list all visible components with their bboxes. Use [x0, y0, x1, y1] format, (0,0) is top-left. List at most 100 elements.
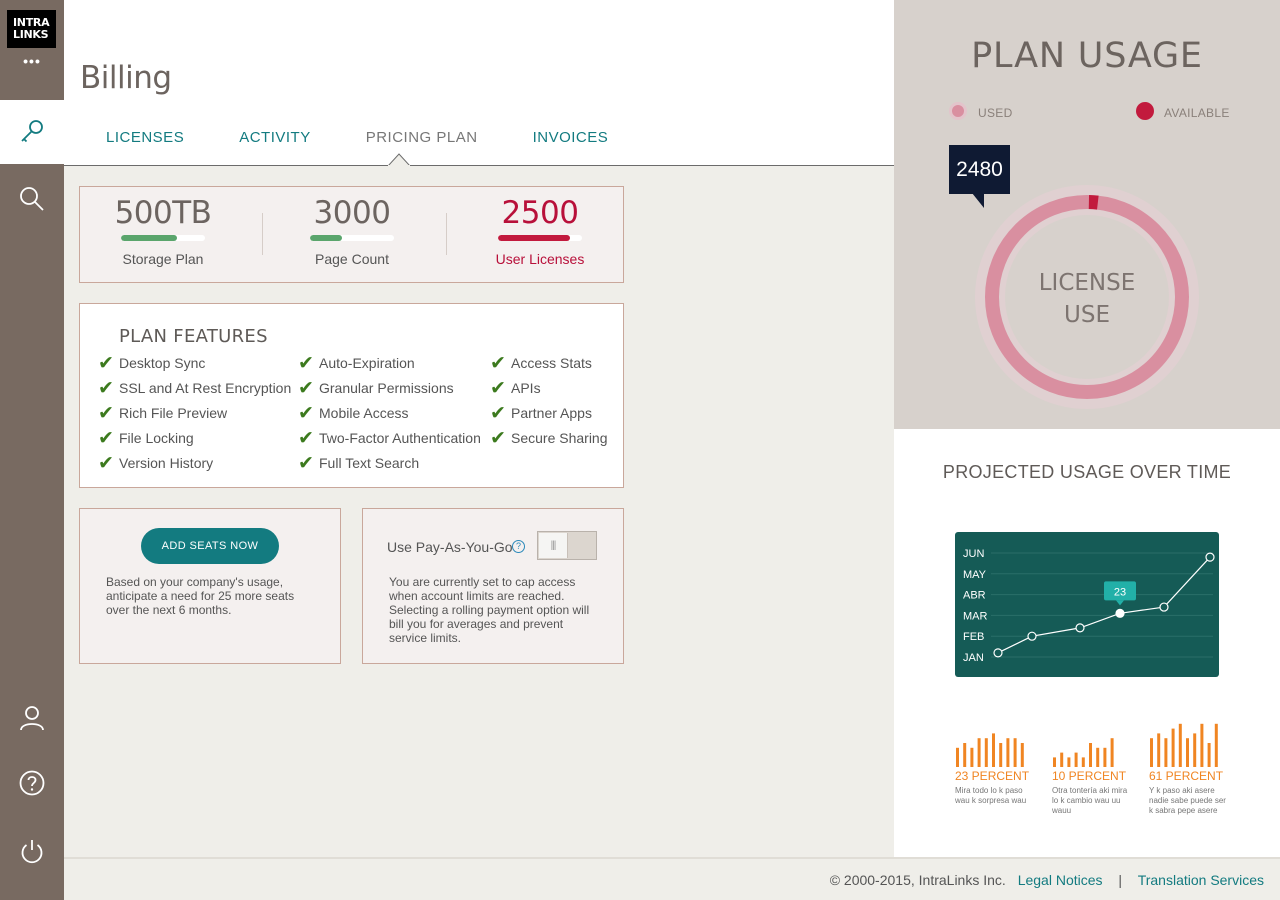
- y-tick-label: JUN: [963, 548, 984, 560]
- search-icon: [20, 187, 44, 211]
- mini-stat-description: Mira todo lo k paso wau k sorpresa wau: [955, 786, 1027, 805]
- checkmark-icon: ✔: [98, 401, 114, 424]
- donut-available-arc: [1088, 195, 1099, 210]
- y-tick-label: MAR: [963, 610, 988, 622]
- mini-stat-2: 10 PERCENT Otra tontería aki mira lo k c…: [1052, 719, 1132, 816]
- mini-bar: [963, 743, 967, 767]
- checkmark-icon: ✔: [298, 451, 314, 474]
- features-column-2: ✔ Auto-Expiration ✔ Granular Permissions ✔ Mo…: [298, 350, 481, 475]
- tab-licenses[interactable]: LICENSES: [106, 129, 184, 146]
- data-point[interactable]: [1159, 602, 1169, 612]
- page-header: Billing LICENSES ACTIVITY PRICING PLAN I…: [64, 0, 894, 166]
- feature-label: Two-Factor Authentication: [319, 429, 481, 446]
- mini-bar: [1067, 757, 1071, 767]
- data-point[interactable]: [1027, 631, 1037, 641]
- feature-label: Auto-Expiration: [319, 354, 415, 371]
- mini-bar: [1178, 723, 1182, 767]
- sidebar-item-licenses[interactable]: [0, 100, 64, 164]
- donut-label-line2: USE: [1064, 302, 1110, 328]
- mini-bar: [1164, 738, 1168, 767]
- feature-label: Version History: [119, 454, 214, 471]
- tab-pricing-plan[interactable]: PRICING PLAN: [366, 129, 478, 146]
- stat-value: 500TB: [114, 195, 212, 231]
- checkmark-icon: ✔: [298, 401, 314, 424]
- features-column-1: ✔ Desktop Sync ✔ SSL and At Rest Encryption…: [98, 350, 291, 475]
- page-count-bar: [310, 235, 394, 241]
- sidebar-item-help[interactable]: [0, 751, 64, 815]
- mini-bar-chart: [956, 733, 1024, 767]
- available-legend-label: AVAILABLE: [1164, 106, 1230, 120]
- checkmark-icon: ✔: [298, 376, 314, 399]
- stat-bar-fill: [310, 235, 342, 241]
- feature-item: ✔ Full Text Search: [298, 450, 481, 475]
- mini-bar-chart: [1053, 738, 1114, 767]
- checkmark-icon: ✔: [98, 351, 114, 374]
- available-legend-dot: [1136, 102, 1154, 120]
- data-point[interactable]: [1075, 623, 1085, 633]
- translation-services-link[interactable]: Translation Services: [1138, 872, 1264, 888]
- stat-label: Storage Plan: [122, 251, 204, 267]
- key-icon: [21, 120, 43, 143]
- used-legend-label: USED: [978, 106, 1013, 120]
- mini-bar: [992, 733, 995, 767]
- feature-label: Granular Permissions: [319, 379, 454, 396]
- stat-value: 3000: [313, 195, 391, 231]
- mini-stat-percent: 10 PERCENT: [1052, 769, 1127, 783]
- mini-bar: [1110, 738, 1114, 767]
- pay-as-you-go-toggle[interactable]: |||: [537, 531, 597, 560]
- feature-item: ✔ Two-Factor Authentication: [298, 425, 481, 450]
- storage-plan-stat: 500TB Storage Plan: [88, 195, 238, 267]
- legal-notices-link[interactable]: Legal Notices: [1018, 872, 1103, 888]
- add-seats-button[interactable]: ADD SEATS NOW: [141, 528, 279, 564]
- feature-label: Full Text Search: [319, 454, 420, 471]
- checkmark-icon: ✔: [98, 376, 114, 399]
- usage-stats-panel: 500TB Storage Plan 3000 Page Count 2500 …: [79, 186, 624, 283]
- tab-activity[interactable]: ACTIVITY: [239, 129, 311, 146]
- more-menu-button[interactable]: •••: [0, 53, 64, 69]
- add-seats-panel: ADD SEATS NOW Based on your company's us…: [79, 508, 341, 664]
- feature-item: ✔ File Locking: [98, 425, 291, 450]
- help-icon[interactable]: ?: [512, 540, 525, 553]
- projected-usage-title: PROJECTED USAGE OVER TIME: [942, 462, 1232, 482]
- checkmark-icon: ✔: [98, 451, 114, 474]
- mini-bar: [1150, 738, 1153, 767]
- help-icon: [19, 770, 45, 796]
- feature-label: Mobile Access: [319, 404, 409, 421]
- mini-bar: [1081, 757, 1085, 767]
- projected-usage-panel: PROJECTED USAGE OVER TIME JAN FEB MAR ABR MA…: [894, 429, 1280, 857]
- tab-invoices[interactable]: INVOICES: [533, 129, 609, 146]
- active-tab-pointer: [388, 153, 410, 166]
- stat-value: 2500: [501, 195, 579, 231]
- mini-bar: [984, 738, 988, 767]
- toggle-knob[interactable]: |||: [539, 533, 568, 558]
- sidebar: INTRA LINKS •••: [0, 0, 64, 900]
- checkmark-icon: ✔: [490, 376, 506, 399]
- plan-usage-title: PLAN USAGE: [971, 36, 1203, 76]
- callout-tail: [972, 193, 984, 208]
- mini-bar: [1053, 757, 1056, 767]
- license-count-callout: 2480: [949, 145, 1010, 194]
- mini-stat-percent: 23 PERCENT: [955, 769, 1030, 783]
- highlight-label: 23: [1114, 586, 1126, 598]
- mini-bar: [1013, 738, 1017, 767]
- plan-features-panel: PLAN FEATURES ✔ Desktop Sync ✔ SSL and At R…: [79, 303, 624, 488]
- feature-item: ✔ Auto-Expiration: [298, 350, 481, 375]
- sidebar-item-logout[interactable]: [0, 819, 64, 883]
- data-point[interactable]: [1205, 552, 1215, 562]
- feature-label: Secure Sharing: [511, 429, 608, 446]
- stat-bar-fill: [498, 235, 571, 241]
- sidebar-item-profile[interactable]: [0, 686, 64, 750]
- user-licenses-bar: [498, 235, 582, 241]
- mini-bar-chart: [1150, 723, 1218, 767]
- intralinks-logo[interactable]: INTRA LINKS: [7, 10, 56, 48]
- stat-bar-fill: [121, 235, 178, 241]
- mini-bar: [1089, 743, 1092, 767]
- checkmark-icon: ✔: [490, 401, 506, 424]
- data-point[interactable]: [1115, 608, 1125, 618]
- mini-stat-1: 23 PERCENT Mira todo lo k paso wau k sor…: [955, 719, 1035, 806]
- feature-item: ✔ Rich File Preview: [98, 400, 291, 425]
- footer-content: © 2000-2015, IntraLinks Inc. Legal Notic…: [830, 872, 1264, 888]
- feature-label: Partner Apps: [511, 404, 592, 421]
- data-point[interactable]: [993, 648, 1003, 658]
- sidebar-item-search[interactable]: [0, 167, 64, 231]
